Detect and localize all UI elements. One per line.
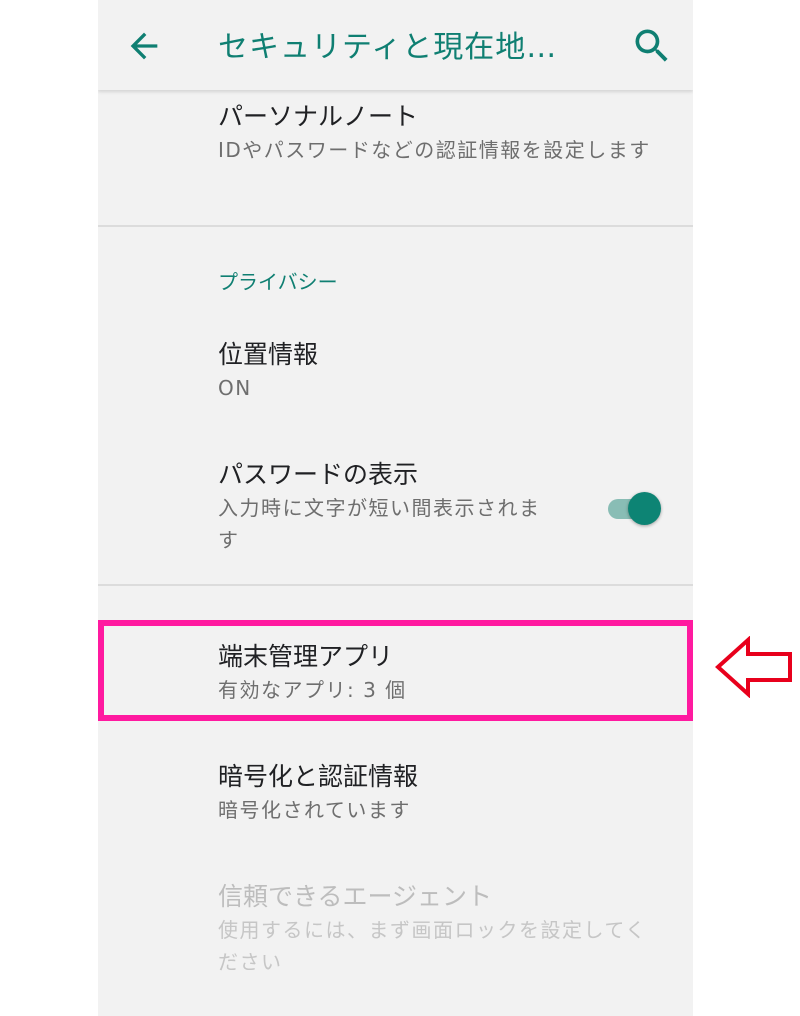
show-password-title: パスワードの表示	[218, 460, 419, 489]
show-password-toggle[interactable]	[606, 490, 664, 526]
location-title: 位置情報	[218, 340, 319, 369]
location-summary: ON	[218, 376, 252, 400]
arrow-back-icon	[130, 32, 158, 60]
personal-note-title: パーソナルノート	[218, 102, 419, 131]
search-button[interactable]	[630, 24, 674, 68]
encryption-item[interactable]: 暗号化と認証情報 暗号化されています	[218, 760, 668, 826]
personal-note-summary: IDやパスワードなどの認証情報を設定します	[218, 138, 651, 162]
privacy-category-header: プライバシー	[218, 270, 338, 294]
settings-screen: セキュリティと現在地… パーソナルノート IDやパスワードなどの認証情報を設定し…	[98, 0, 693, 1016]
encryption-summary: 暗号化されています	[218, 798, 411, 822]
device-admin-apps-title: 端末管理アプリ	[218, 642, 394, 671]
device-admin-apps-item[interactable]: 端末管理アプリ 有効なアプリ: 3 個	[218, 640, 668, 706]
trust-agents-title: 信頼できるエージェント	[218, 882, 493, 911]
page-title: セキュリティと現在地…	[218, 30, 558, 65]
trust-agents-item: 信頼できるエージェント 使用するには、まず画面ロックを設定してください	[218, 880, 668, 978]
device-admin-apps-summary: 有効なアプリ: 3 個	[218, 678, 407, 702]
divider	[98, 584, 693, 586]
encryption-title: 暗号化と認証情報	[218, 762, 419, 791]
personal-note-item[interactable]: パーソナルノート IDやパスワードなどの認証情報を設定します	[218, 100, 668, 166]
divider	[98, 225, 693, 227]
location-item[interactable]: 位置情報 ON	[218, 338, 668, 404]
app-bar: セキュリティと現在地…	[98, 0, 693, 90]
trust-agents-summary: 使用するには、まず画面ロックを設定してください	[218, 918, 647, 974]
pointer-arrow-icon	[715, 636, 792, 698]
search-icon	[635, 29, 668, 62]
show-password-item[interactable]: パスワードの表示 入力時に文字が短い間表示されます	[218, 458, 558, 556]
toggle-thumb	[628, 492, 661, 525]
back-button[interactable]	[124, 26, 164, 66]
show-password-summary: 入力時に文字が短い間表示されます	[218, 496, 541, 552]
